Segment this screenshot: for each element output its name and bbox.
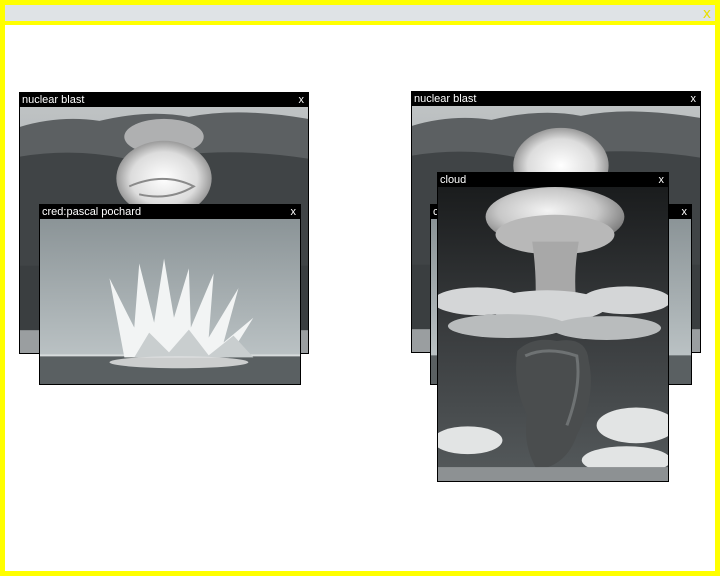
window-close-button[interactable]: x [291, 205, 297, 219]
window-close-button[interactable]: x [659, 173, 665, 187]
popup-window-pascal-pochard[interactable]: cred:pascal pochard x [39, 204, 301, 385]
top-bar: x [5, 5, 715, 25]
close-icon[interactable]: x [703, 6, 711, 22]
window-title: nuclear blast [412, 92, 700, 106]
window-close-button[interactable]: x [682, 205, 688, 219]
water-explosion-image [40, 219, 300, 384]
mushroom-cloud-image [438, 187, 668, 481]
window-title: cloud [438, 173, 668, 187]
window-title: cred:pascal pochard [40, 205, 300, 219]
window-close-button[interactable]: x [299, 93, 305, 107]
popup-window-cloud[interactable]: cloud x [437, 172, 669, 482]
window-title: nuclear blast [20, 93, 308, 107]
window-close-button[interactable]: x [691, 92, 697, 106]
